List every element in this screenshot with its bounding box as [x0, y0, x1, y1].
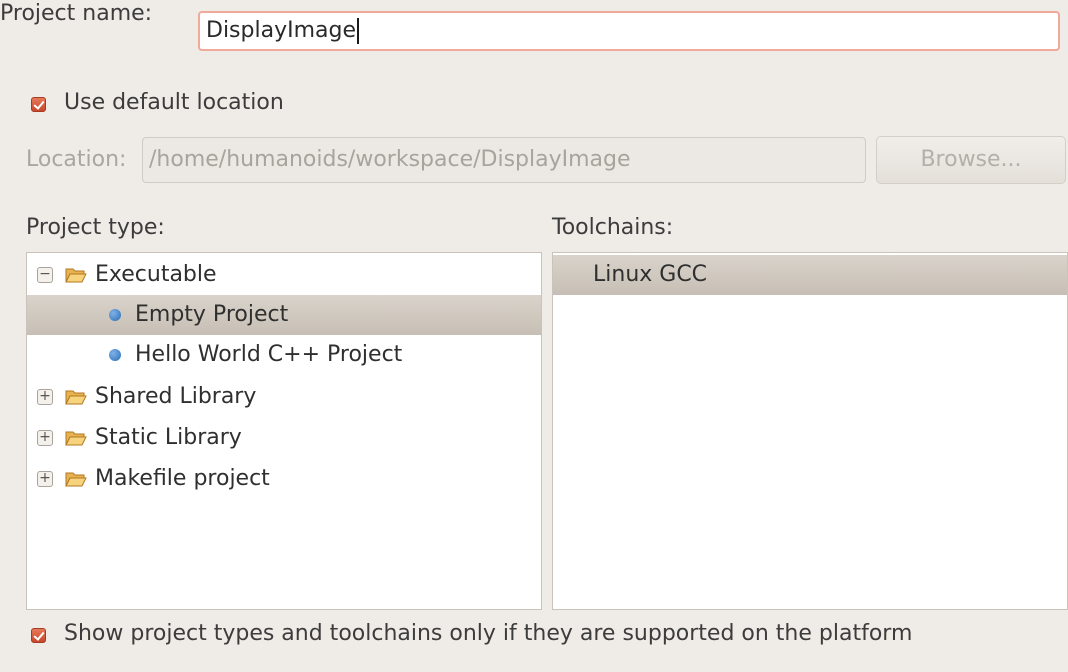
- expand-plus-icon[interactable]: +: [37, 471, 53, 487]
- toolchains-list[interactable]: Linux GCC: [552, 252, 1068, 610]
- location-input[interactable]: /home/humanoids/workspace/DisplayImage: [142, 137, 866, 183]
- collapse-minus-icon[interactable]: −: [37, 267, 53, 283]
- tree-item-label: Shared Library: [95, 384, 257, 409]
- text-caret: [357, 18, 359, 44]
- toolchain-item-linux-gcc[interactable]: Linux GCC: [553, 255, 1067, 295]
- use-default-location-label[interactable]: Use default location: [64, 89, 284, 117]
- project-name-label: Project name:: [0, 1, 153, 26]
- tree-item-empty-project[interactable]: Empty Project: [27, 295, 541, 335]
- folder-open-icon: [65, 431, 87, 446]
- expand-plus-icon[interactable]: +: [37, 430, 53, 446]
- tree-item-label: Executable: [95, 262, 217, 287]
- tree-item-shared-library[interactable]: + Shared Library: [27, 377, 541, 417]
- project-name-input[interactable]: DisplayImage: [198, 11, 1060, 51]
- use-default-location-checkbox[interactable]: [31, 97, 46, 112]
- project-type-label: Project type:: [26, 215, 165, 240]
- folder-open-icon: [65, 472, 87, 487]
- folder-open-icon: [65, 268, 87, 283]
- folder-open-icon: [65, 390, 87, 405]
- project-template-icon: [109, 349, 121, 361]
- show-supported-only-checkbox[interactable]: [31, 628, 46, 643]
- project-name-value: DisplayImage: [206, 18, 356, 43]
- tree-item-hello-world[interactable]: Hello World C++ Project: [27, 335, 541, 375]
- tree-item-makefile-project[interactable]: + Makefile project: [27, 459, 541, 499]
- tree-item-static-library[interactable]: + Static Library: [27, 418, 541, 458]
- location-label: Location:: [26, 147, 127, 172]
- show-supported-only-label[interactable]: Show project types and toolchains only i…: [64, 620, 912, 648]
- expand-plus-icon[interactable]: +: [37, 389, 53, 405]
- tree-item-label: Hello World C++ Project: [135, 342, 403, 367]
- toolchains-label: Toolchains:: [552, 215, 674, 240]
- tree-item-label: Static Library: [95, 425, 242, 450]
- toolchain-item-label: Linux GCC: [593, 262, 708, 287]
- project-template-icon: [109, 309, 121, 321]
- tree-item-executable[interactable]: − Executable: [27, 255, 541, 295]
- tree-item-label: Makefile project: [95, 466, 270, 491]
- project-type-tree[interactable]: − Executable Empty Project Hello World C…: [26, 252, 542, 610]
- browse-button[interactable]: Browse...: [876, 136, 1066, 184]
- tree-item-label: Empty Project: [135, 302, 289, 327]
